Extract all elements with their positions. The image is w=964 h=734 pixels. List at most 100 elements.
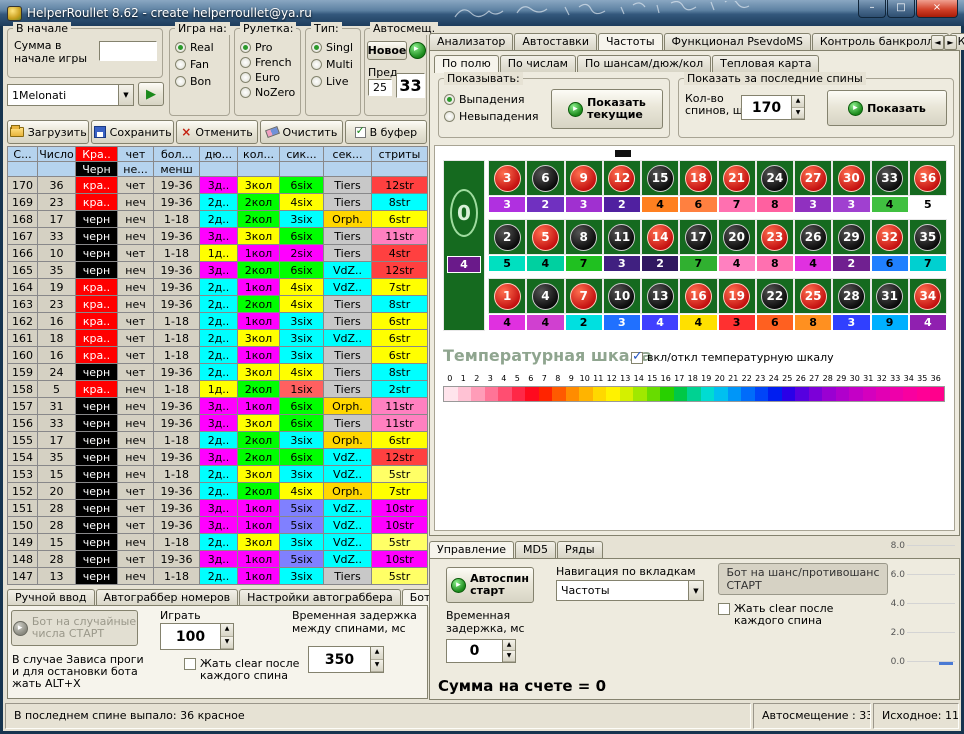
buffer-button[interactable]: В буфер: [345, 120, 427, 144]
spinner-down-icon[interactable]: ▼: [503, 651, 515, 662]
save-button[interactable]: Сохранить: [91, 120, 173, 144]
temp-scale-cell: [566, 387, 580, 401]
tab-item[interactable]: Тепловая карта: [712, 55, 819, 72]
tab-item[interactable]: Функционал PsevdoMS: [664, 33, 811, 50]
spinner-up-icon[interactable]: ▲: [503, 640, 515, 651]
temp-scale-cell: [552, 387, 566, 401]
temp-scale-number: 18: [686, 374, 700, 383]
random-bot-start-button[interactable]: Бот на случайные числа СТАРТ: [11, 610, 138, 646]
ctl-clear-checkbox[interactable]: Жать clear после каждого спина: [718, 603, 833, 627]
field-count-cell: 6: [871, 255, 909, 272]
bot-tabs: Ручной вводАвтограббер номеровНастройки …: [7, 588, 439, 606]
table-row: 15924чернчет19-362д..3кол4sixTiers8str: [8, 364, 428, 381]
radio-icon: [175, 76, 186, 87]
tab-item[interactable]: Анализатор: [429, 33, 513, 50]
table-cell: 1кол: [238, 245, 280, 262]
spinner-up-icon[interactable]: ▲: [221, 624, 233, 637]
table-cell: черн: [76, 466, 118, 483]
field-count-cell: 3: [794, 196, 832, 213]
table-cell: 19-36: [154, 449, 200, 466]
field-count-cell: 4: [909, 314, 947, 331]
radio-option[interactable]: Multi: [311, 58, 358, 71]
undo-button[interactable]: ×Отменить: [176, 120, 258, 144]
field-count-cell: 3: [603, 314, 641, 331]
spins-count-stepper[interactable]: 100 ▲▼: [160, 623, 234, 650]
chance-bot-start-button[interactable]: Бот на шанс/противошанс СТАРТ: [718, 563, 888, 595]
radio-option[interactable]: Euro: [240, 71, 298, 84]
maximize-button[interactable]: □: [887, 0, 915, 18]
table-cell: 5: [38, 381, 76, 398]
radio-option[interactable]: Pro: [240, 41, 298, 54]
show-button[interactable]: Показать: [827, 90, 947, 126]
table-cell: 2кол: [238, 262, 280, 279]
field-number-cell: 14: [641, 219, 679, 255]
column-header: сек...: [324, 147, 372, 162]
bot-clear-checkbox[interactable]: Жать clear после каждого спина: [184, 658, 299, 682]
table-cell: 1-18: [154, 381, 200, 398]
temperature-checkbox[interactable]: вкл/откл температурную шкалу: [631, 351, 834, 364]
temp-scale-number: 27: [808, 374, 822, 383]
load-button[interactable]: Загрузить: [7, 120, 89, 144]
tab-item[interactable]: По полю: [434, 55, 499, 73]
spinner-up-icon[interactable]: ▲: [371, 647, 383, 660]
radio-option[interactable]: Singl: [311, 41, 358, 54]
field-count-cell: 4: [679, 314, 717, 331]
nav-tabs-select[interactable]: Частоты ▼: [556, 580, 704, 601]
preset-select[interactable]: 1Melonati ▼: [7, 84, 134, 106]
close-button[interactable]: ×: [916, 0, 958, 18]
chevron-down-icon[interactable]: ▼: [688, 581, 703, 600]
radio-option[interactable]: Fan: [175, 58, 227, 71]
tab-item[interactable]: По шансам/дюж/кол: [577, 55, 711, 72]
tab-scroll-left-icon[interactable]: ◄: [931, 35, 944, 50]
table-cell: 167: [8, 228, 38, 245]
field-number-cell: 27: [794, 160, 832, 196]
table-cell: 149: [8, 534, 38, 551]
temp-scale-number: 22: [740, 374, 754, 383]
drag-handle[interactable]: [615, 150, 631, 157]
chevron-down-icon[interactable]: ▼: [118, 85, 133, 105]
bot-status-icon: [13, 621, 28, 636]
tab-item[interactable]: Контроль банкролла: [812, 33, 949, 50]
tab-item[interactable]: Автоставки: [514, 33, 597, 50]
table-row: 15220чернчет19-362д..2кол4sixOrph.7str: [8, 483, 428, 500]
clear-button[interactable]: Очистить: [260, 120, 342, 144]
spinner-down-icon[interactable]: ▼: [221, 637, 233, 650]
ctl-delay-stepper[interactable]: 0 ▲▼: [446, 639, 516, 663]
radio-option[interactable]: Live: [311, 75, 358, 88]
play-button[interactable]: ▶: [138, 82, 164, 106]
zero-number: 0: [450, 189, 478, 237]
spinner-down-icon[interactable]: ▼: [792, 108, 804, 120]
radio-option[interactable]: French: [240, 56, 298, 69]
tab-item[interactable]: Частоты: [598, 33, 663, 51]
tab-scroll-right-icon[interactable]: ►: [944, 35, 957, 50]
main-area: В начале Сумма в начале игры 1Melonati ▼…: [3, 26, 961, 701]
autospin-start-button[interactable]: Автоспин старт: [446, 567, 534, 603]
spinner-up-icon[interactable]: ▲: [792, 96, 804, 108]
tab-item[interactable]: Ручной ввод: [7, 589, 95, 606]
minimize-button[interactable]: –: [858, 0, 886, 18]
field-number-cell: 30: [832, 160, 870, 196]
new-button[interactable]: Новое: [367, 41, 407, 60]
tab-item[interactable]: Автограббер номеров: [96, 589, 239, 606]
tab-item[interactable]: MD5: [515, 541, 556, 558]
temp-scale-cell: [863, 387, 877, 401]
red-number: 23: [761, 224, 788, 251]
tab-item[interactable]: По числам: [500, 55, 576, 72]
table-row: 15128чернчет19-363д..1кол5sixVdZ..10str: [8, 500, 428, 517]
red-number: 12: [608, 165, 635, 192]
temp-scale-cell: [620, 387, 634, 401]
tab-item[interactable]: Настройки автограббера: [239, 589, 401, 606]
tab-item[interactable]: Ряды: [557, 541, 603, 558]
radio-option[interactable]: Bon: [175, 75, 227, 88]
tab-item[interactable]: Управление: [429, 541, 514, 559]
table-cell: 161: [8, 330, 38, 347]
radio-option[interactable]: NoZero: [240, 86, 298, 99]
start-sum-input[interactable]: [99, 41, 157, 61]
spinner-down-icon[interactable]: ▼: [371, 660, 383, 673]
autospin-icon: [451, 578, 466, 593]
table-cell: 2д..: [200, 279, 238, 296]
show-current-button[interactable]: Показать текущие: [551, 89, 663, 129]
radio-option[interactable]: Real: [175, 41, 227, 54]
last-spins-stepper[interactable]: 170 ▲▼: [741, 95, 805, 120]
bot-delay-stepper[interactable]: 350 ▲▼: [308, 646, 384, 673]
